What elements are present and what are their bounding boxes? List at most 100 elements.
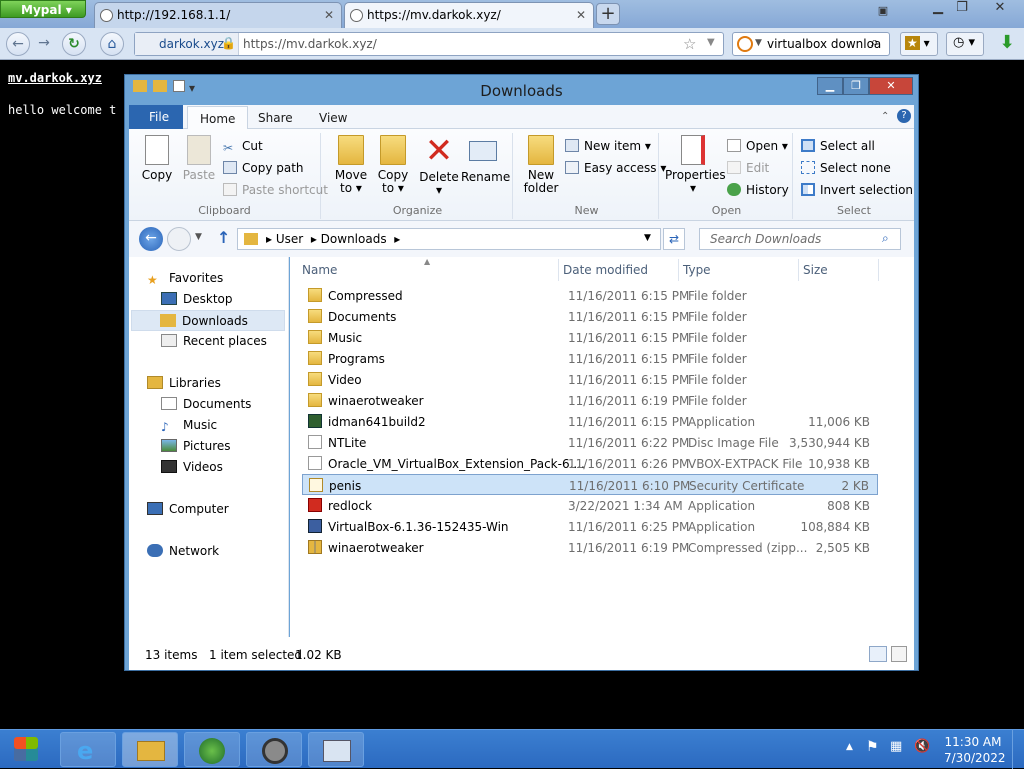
network-tray-icon[interactable]: ▦ (890, 739, 902, 754)
nav-libraries[interactable]: Libraries (147, 376, 221, 390)
cut-button[interactable]: ✂ Cut (223, 139, 263, 155)
show-hidden-icons[interactable]: ▲ (846, 742, 853, 752)
file-row[interactable]: winaerotweaker 11/16/2011 6:19 PM File fol… (302, 390, 878, 411)
paste-button[interactable]: Paste (179, 135, 219, 182)
breadcrumb-user[interactable]: User (276, 232, 303, 246)
nav-favorites[interactable]: ★ Favorites (147, 271, 223, 287)
new-item-button[interactable]: New item ▾ (565, 139, 651, 153)
details-view-icon[interactable] (869, 646, 887, 662)
delete-button[interactable]: ✕ Delete ▾ (419, 134, 459, 197)
file-row[interactable]: Compressed 11/16/2011 6:15 PM File folder (302, 285, 878, 306)
folder-icon[interactable] (133, 80, 147, 92)
taskbar-explorer-button[interactable] (122, 732, 178, 767)
url-bar[interactable]: darkok.xyz 🔒 https://mv.darkok.xyz/ ☆ ▼ (134, 32, 724, 56)
edit-button[interactable]: Edit (727, 161, 769, 175)
file-row[interactable]: NTLite 11/16/2011 6:22 PM Disc Image File 3… (302, 432, 878, 453)
column-date-modified[interactable]: Date modified (563, 263, 648, 277)
close-button[interactable]: ✕ (869, 77, 913, 95)
history-button[interactable]: History (727, 183, 789, 197)
nav-recent-places[interactable]: Recent places (161, 334, 267, 348)
file-row[interactable]: penis 11/16/2011 6:10 PM Security Certific… (302, 474, 878, 495)
easy-access-button[interactable]: Easy access ▾ (565, 161, 666, 175)
properties-icon[interactable] (173, 80, 185, 92)
search-icon[interactable]: ⌕ (871, 35, 878, 50)
column-divider[interactable] (678, 259, 679, 281)
up-arrow-icon[interactable]: ↑ (217, 228, 230, 247)
taskbar-idm-button[interactable] (184, 732, 240, 767)
nav-downloads[interactable]: Downloads (131, 310, 285, 331)
back-button[interactable]: ← (6, 32, 30, 56)
help-icon[interactable]: ? (897, 109, 911, 123)
bookmark-star-icon[interactable]: ☆ (683, 35, 696, 53)
file-row[interactable]: redlock 3/22/2021 1:34 AM Application 808 K… (302, 495, 878, 516)
select-none-button[interactable]: Select none (801, 161, 891, 175)
chevron-down-icon[interactable]: ▼ (755, 38, 762, 48)
collapse-ribbon-icon[interactable]: ⌃ (881, 111, 889, 122)
tab-list-icon[interactable]: ▣ (874, 4, 892, 24)
chevron-down-icon[interactable]: ▼ (644, 233, 651, 243)
tab-view[interactable]: View (307, 106, 359, 129)
nav-music[interactable]: ♪ Music (161, 418, 217, 434)
file-row[interactable]: Music 11/16/2011 6:15 PM File folder (302, 327, 878, 348)
maximize-button[interactable]: ❐ (843, 77, 869, 95)
file-row[interactable]: Oracle_VM_VirtualBox_Extension_Pack-6...… (302, 453, 878, 474)
nav-videos[interactable]: Videos (161, 460, 223, 474)
search-bar[interactable]: ▼ virtualbox downloa ⌕ (732, 32, 890, 56)
back-button[interactable]: ← (139, 227, 163, 251)
clock[interactable]: 11:30 AM 7/30/2022 (944, 734, 1006, 766)
nav-desktop[interactable]: Desktop (161, 292, 233, 306)
tab-share[interactable]: Share (246, 106, 305, 129)
chevron-down-icon[interactable]: ▼ (707, 37, 715, 48)
move-to-button[interactable]: Move to ▾ (331, 135, 371, 195)
minimize-button[interactable]: ▁ (928, 0, 948, 20)
download-icon[interactable]: ⬇ (994, 32, 1020, 56)
folder-icon[interactable] (153, 80, 167, 92)
copy-to-button[interactable]: Copy to ▾ (373, 135, 413, 195)
column-type[interactable]: Type (683, 263, 711, 277)
history-button[interactable]: ◷ ▾ (946, 32, 984, 56)
column-name[interactable]: Name (302, 263, 337, 277)
invert-selection-button[interactable]: Invert selection (801, 183, 913, 197)
properties-button[interactable]: Properties ▾ (665, 135, 726, 195)
tab-router[interactable]: http://192.168.1.1/ ✕ (94, 2, 342, 28)
nav-documents[interactable]: Documents (161, 397, 251, 411)
reload-button[interactable]: ↻ (62, 32, 86, 56)
column-divider[interactable] (878, 259, 879, 281)
search-icon[interactable]: ⌕ (882, 231, 889, 246)
file-row[interactable]: winaerotweaker 11/16/2011 6:19 PM Compress… (302, 537, 878, 558)
nav-pictures[interactable]: Pictures (161, 439, 231, 453)
open-button[interactable]: Open ▾ (727, 139, 788, 153)
taskbar-raccoon-button[interactable] (246, 732, 302, 767)
maximize-button[interactable]: ❐ (952, 0, 972, 20)
new-tab-button[interactable]: + (596, 3, 620, 25)
file-row[interactable]: Video 11/16/2011 6:15 PM File folder (302, 369, 878, 390)
refresh-icon[interactable]: ⇄ (663, 228, 685, 250)
forward-button[interactable]: → (32, 32, 56, 56)
browser-menu-button[interactable]: Mypal ▾ (0, 0, 86, 18)
file-row[interactable]: Documents 11/16/2011 6:15 PM File folder (302, 306, 878, 327)
select-all-button[interactable]: Select all (801, 139, 875, 153)
column-size[interactable]: Size (803, 263, 828, 277)
close-tab-icon[interactable]: ✕ (576, 8, 586, 22)
file-row[interactable]: idman641build2 11/16/2011 6:15 PM Applicat… (302, 411, 878, 432)
large-icons-view-icon[interactable] (891, 646, 907, 662)
file-row[interactable]: Programs 11/16/2011 6:15 PM File folder (302, 348, 878, 369)
taskbar-ie-button[interactable]: e (60, 732, 116, 767)
search-engine-icon[interactable] (737, 36, 753, 52)
close-window-button[interactable]: ✕ (990, 0, 1010, 20)
breadcrumb[interactable]: ▸ User ▸ Downloads ▸ ▼ (237, 228, 661, 250)
volume-muted-icon[interactable]: 🔇 (914, 739, 930, 754)
home-button[interactable]: ⌂ (100, 32, 124, 56)
show-desktop-button[interactable] (1012, 730, 1024, 769)
nav-computer[interactable]: Computer (147, 502, 229, 516)
copy-path-button[interactable]: Copy path (223, 161, 304, 175)
bookmarks-button[interactable]: ★ ▾ (900, 32, 938, 56)
nav-network[interactable]: Network (147, 544, 219, 558)
file-row[interactable]: VirtualBox-6.1.36-152435-Win 11/16/2011 6… (302, 516, 878, 537)
search-downloads-input[interactable]: Search Downloads ⌕ (699, 228, 901, 250)
quick-access-toolbar[interactable]: ▾ (133, 80, 213, 98)
forward-button[interactable] (167, 227, 191, 251)
start-button[interactable] (6, 733, 46, 766)
new-folder-button[interactable]: New folder (521, 135, 561, 195)
site-identity[interactable]: darkok.xyz 🔒 (135, 33, 239, 55)
